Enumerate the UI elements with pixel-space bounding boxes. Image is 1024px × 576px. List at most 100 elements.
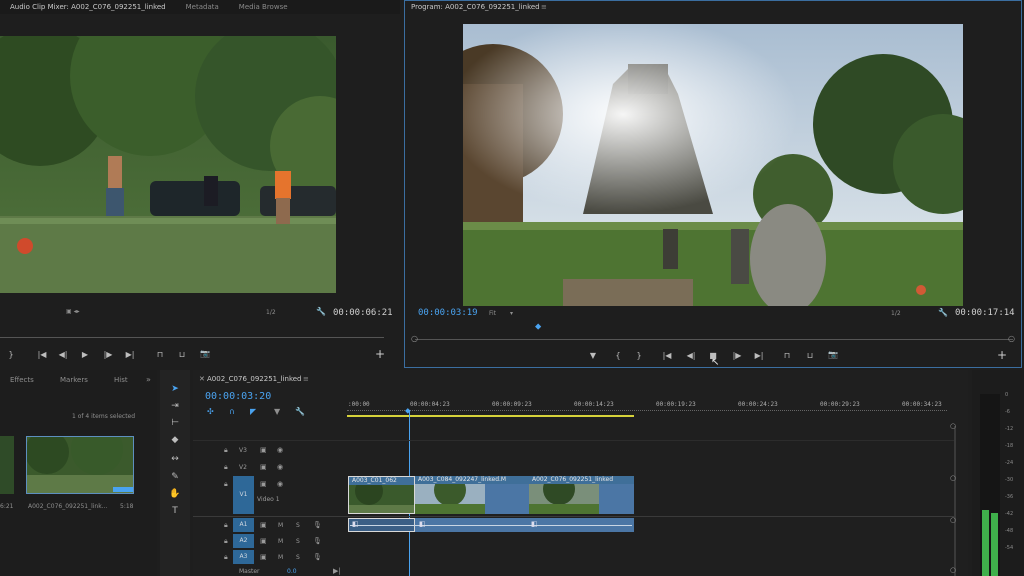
track-a3-target[interactable]: A3 <box>233 550 254 564</box>
snap-icon[interactable]: ✣ <box>207 407 214 416</box>
mute-a3-button[interactable]: M <box>278 554 283 561</box>
keyframe-icon[interactable]: ◧ <box>352 520 359 528</box>
tab-audio-clip-mixer[interactable]: Audio Clip Mixer: A002_C076_092251_linke… <box>0 3 176 11</box>
mic-a2-icon[interactable]: 🎙︎ <box>313 537 322 545</box>
source-scrub-bar[interactable] <box>0 337 384 338</box>
sync-a2-icon[interactable]: ▣ <box>260 537 267 545</box>
linked-selection-icon[interactable]: ∩ <box>229 407 235 416</box>
master-go-to-end-icon[interactable]: ▶| <box>333 567 341 575</box>
timeline-tab-menu-icon[interactable]: ≡ <box>303 375 309 383</box>
track-v1-target[interactable]: V1 <box>233 476 254 514</box>
lock-a1-icon[interactable]: 🔒︎ <box>224 521 228 530</box>
program-add-button-icon[interactable]: + <box>997 348 1007 362</box>
eye-v3-icon[interactable]: ◉ <box>277 446 283 454</box>
master-volume-value[interactable]: 0.0 <box>287 568 297 575</box>
wrench-icon[interactable]: 🔧 <box>316 307 326 316</box>
step-forward-icon[interactable]: |▶ <box>102 350 114 359</box>
scroll-bottom-handle-icon[interactable]: ○ <box>950 566 956 574</box>
timeline-tab[interactable]: A002_C076_092251_linked <box>207 375 302 383</box>
source-monitor-video[interactable] <box>0 36 336 293</box>
program-timecode-current[interactable]: 00:00:03:19 <box>418 308 478 318</box>
mic-a3-icon[interactable]: 🎙︎ <box>313 553 322 561</box>
ruler-ticks[interactable] <box>347 410 947 414</box>
tab-effects[interactable]: Effects <box>10 376 34 384</box>
scroll-mid-handle-icon[interactable]: ○ <box>950 474 956 482</box>
out-point-icon[interactable]: } <box>5 350 17 359</box>
project-item-thumbnail[interactable] <box>26 436 134 494</box>
track-a1-target[interactable]: A1 <box>233 518 254 532</box>
lock-v1-icon[interactable]: 🔒︎ <box>224 480 228 489</box>
fit-dropdown-chevron-icon[interactable]: ▾ <box>510 310 513 317</box>
timeline-marker-icon[interactable]: ▼ <box>274 407 280 416</box>
program-monitor-video[interactable] <box>463 24 963 306</box>
extract-icon[interactable]: ⊔ <box>804 351 816 360</box>
sync-a1-icon[interactable]: ▣ <box>260 521 267 529</box>
export-frame-icon[interactable]: 📷 <box>199 349 211 358</box>
source-add-button-icon[interactable]: + <box>375 347 385 361</box>
go-to-out-icon[interactable]: ▶| <box>124 350 136 359</box>
program-tab[interactable]: Program: A002_C076_092251_linked <box>411 3 540 11</box>
program-scrub-bar[interactable] <box>415 339 1013 340</box>
sync-v2-icon[interactable]: ▣ <box>260 463 267 471</box>
tab-metadata[interactable]: Metadata <box>176 3 229 11</box>
ripple-edit-tool-icon[interactable]: ⊢ <box>169 418 181 428</box>
sync-a3-icon[interactable]: ▣ <box>260 553 267 561</box>
type-tool-icon[interactable]: T <box>169 506 181 516</box>
timeline-settings-icon[interactable]: 🔧 <box>295 407 305 416</box>
program-fit-select[interactable]: Fit <box>489 310 496 317</box>
mark-out-icon[interactable]: } <box>633 351 645 360</box>
track-select-tool-icon[interactable]: ⇥ <box>169 401 181 411</box>
sync-v1-icon[interactable]: ▣ <box>260 480 267 488</box>
play-icon[interactable]: ▶ <box>79 350 91 359</box>
add-marker-timeline-icon[interactable]: ◤ <box>250 407 256 416</box>
tab-media-browser[interactable]: Media Browse <box>229 3 298 11</box>
scroll-audio-handle-icon[interactable]: ○ <box>950 516 956 524</box>
sync-v3-icon[interactable]: ▣ <box>260 446 267 454</box>
tab-history[interactable]: Hist <box>114 376 128 384</box>
more-panels-icon[interactable]: » <box>146 375 151 384</box>
program-wrench-icon[interactable]: 🔧 <box>938 308 948 317</box>
lock-v2-icon[interactable]: 🔒︎ <box>224 463 228 472</box>
mute-a1-button[interactable]: M <box>278 522 283 529</box>
mute-a2-button[interactable]: M <box>278 538 283 545</box>
track-v3-label[interactable]: V3 <box>239 447 247 454</box>
lock-a3-icon[interactable]: 🔒︎ <box>224 553 228 562</box>
lock-v3-icon[interactable]: 🔒︎ <box>224 446 228 455</box>
keyframe-icon-3[interactable]: ◧ <box>531 520 538 528</box>
solo-a2-button[interactable]: S <box>296 538 300 545</box>
hand-tool-icon[interactable]: ✋ <box>169 489 181 499</box>
solo-a3-button[interactable]: S <box>296 554 300 561</box>
step-back-icon[interactable]: ◀| <box>57 350 69 359</box>
work-area-bar[interactable] <box>347 415 634 417</box>
go-to-in-icon[interactable]: |◀ <box>36 350 48 359</box>
video-clip-2[interactable]: A003_C084_092247_linked.M <box>415 476 529 514</box>
audio-clip-a1[interactable]: ◧ ◧ ◧ <box>348 518 634 532</box>
lift-icon[interactable]: ⊓ <box>781 351 793 360</box>
scroll-top-handle-icon[interactable]: ○ <box>950 422 956 430</box>
program-go-to-out-icon[interactable]: ▶| <box>753 351 765 360</box>
program-tab-menu-icon[interactable]: ≡ <box>541 3 547 11</box>
video-clip-3[interactable]: A002_C076_092251_linked <box>529 476 634 514</box>
video-clip-1[interactable]: A003_C01_062 <box>348 476 415 514</box>
playhead-handle-icon[interactable]: ⬥ <box>405 406 411 416</box>
solo-a1-button[interactable]: S <box>296 522 300 529</box>
lock-a2-icon[interactable]: 🔒︎ <box>224 537 228 546</box>
selection-tool-icon[interactable]: ➤ <box>169 384 181 394</box>
keyframe-icon-2[interactable]: ◧ <box>419 520 426 528</box>
source-settings-icon[interactable]: ▣ ◂▸ <box>66 308 80 315</box>
program-playhead-icon[interactable]: ⬥ <box>535 322 541 332</box>
track-v2-label[interactable]: V2 <box>239 464 247 471</box>
program-step-forward-icon[interactable]: |▶ <box>731 351 743 360</box>
slip-tool-icon[interactable]: ↔ <box>169 454 181 464</box>
tab-markers[interactable]: Markers <box>60 376 88 384</box>
program-export-frame-icon[interactable]: 📷 <box>827 350 839 359</box>
program-go-to-in-icon[interactable]: |◀ <box>661 351 673 360</box>
timeline-vertical-scrollbar[interactable] <box>954 426 956 576</box>
insert-icon[interactable]: ⊓ <box>154 350 166 359</box>
timeline-close-icon[interactable]: ✕ <box>199 375 205 383</box>
overwrite-icon[interactable]: ⊔ <box>176 350 188 359</box>
program-resolution[interactable]: 1/2 <box>891 310 901 317</box>
track-a2-target[interactable]: A2 <box>233 534 254 548</box>
program-step-back-icon[interactable]: ◀| <box>685 351 697 360</box>
mark-in-icon[interactable]: { <box>612 351 624 360</box>
